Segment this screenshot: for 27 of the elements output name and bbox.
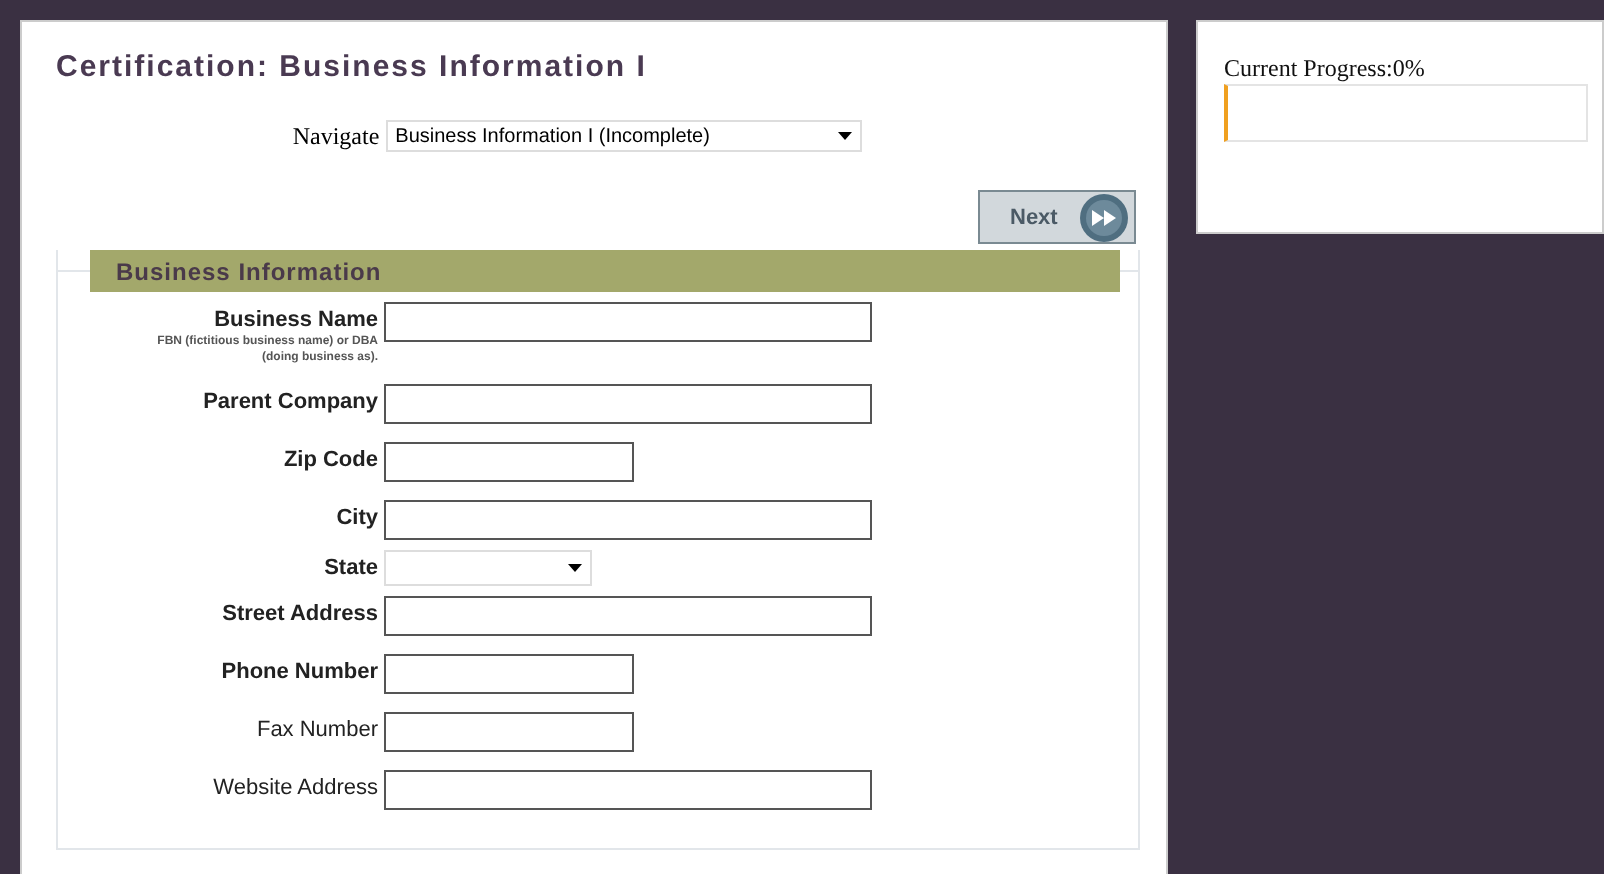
field-label: Business Name xyxy=(214,308,378,332)
text-field[interactable] xyxy=(384,442,634,482)
caret-icon xyxy=(568,564,582,572)
progress-label: Current Progress:0% xyxy=(1224,54,1427,84)
field-label: Phone Number xyxy=(221,660,378,684)
text-field[interactable] xyxy=(384,596,872,636)
field-label: City xyxy=(336,506,378,530)
text-field[interactable] xyxy=(384,712,634,752)
caret-icon xyxy=(837,132,852,140)
dropdown-field[interactable] xyxy=(384,550,592,586)
field-label: Street Address xyxy=(222,602,378,626)
field-label: Website Address xyxy=(213,776,378,800)
text-field[interactable] xyxy=(384,302,872,342)
text-field[interactable] xyxy=(384,500,872,540)
field-label: Zip Code xyxy=(283,448,378,472)
text-field[interactable] xyxy=(384,654,634,694)
navigate-label: Navigate xyxy=(292,121,380,151)
navigate-dropdown[interactable]: Business Information I (Incomplete) xyxy=(385,120,862,152)
text-field[interactable] xyxy=(384,384,872,424)
page-title: Certification: Business Information I xyxy=(56,50,649,86)
field-label: Fax Number xyxy=(256,718,378,742)
section-header: Business Information xyxy=(90,250,1120,292)
field-label: State xyxy=(324,556,378,580)
next-button[interactable]: Next xyxy=(978,190,1136,244)
text-field[interactable] xyxy=(384,770,872,810)
fast-forward-icon xyxy=(1080,193,1128,241)
field-label: Parent Company xyxy=(203,390,378,414)
